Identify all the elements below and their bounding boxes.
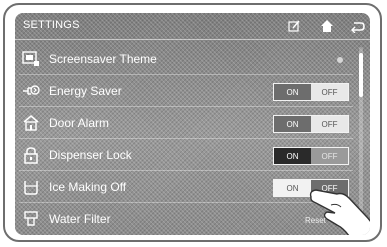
back-icon[interactable]: [349, 17, 367, 35]
device-frame: SETTINGS Screensaver Theme Energy Saver …: [3, 3, 382, 242]
door-alarm-toggle[interactable]: ON OFF: [273, 115, 349, 133]
row-dispenser-lock: Dispenser Lock ON OFF: [15, 139, 355, 171]
screensaver-icon: [22, 50, 40, 68]
dispenser-lock-toggle[interactable]: ON OFF: [273, 147, 349, 165]
ice-maker-icon: [22, 178, 40, 196]
row-label: Dispenser Lock: [49, 148, 132, 162]
energy-saver-toggle[interactable]: ON OFF: [273, 83, 349, 101]
toggle-on[interactable]: ON: [274, 148, 311, 164]
row-energy-saver: Energy Saver ON OFF: [15, 75, 355, 107]
edit-icon[interactable]: [285, 17, 303, 35]
toggle-on[interactable]: ON: [274, 84, 311, 100]
row-label: Ice Making Off: [49, 180, 127, 194]
header-bar: SETTINGS: [15, 13, 370, 40]
energy-saver-icon: [22, 82, 40, 100]
indicator-dot: [337, 57, 343, 63]
row-label: Water Filter: [49, 212, 111, 226]
toggle-off[interactable]: OFF: [311, 84, 348, 100]
row-screensaver-theme[interactable]: Screensaver Theme: [15, 43, 355, 75]
toggle-off[interactable]: OFF: [311, 148, 348, 164]
water-filter-icon: [22, 210, 40, 228]
lock-icon: [22, 146, 40, 164]
row-label: Screensaver Theme: [49, 52, 157, 66]
door-alarm-icon: [22, 114, 40, 132]
row-water-filter[interactable]: Water Filter Reset: [15, 203, 355, 235]
home-icon[interactable]: [318, 17, 336, 35]
toggle-off[interactable]: OFF: [311, 116, 348, 132]
settings-screen: SETTINGS Screensaver Theme Energy Saver …: [15, 13, 370, 235]
page-title: SETTINGS: [23, 19, 80, 31]
row-ice-making-off: Ice Making Off ON OFF: [15, 171, 355, 203]
scrollbar-thumb[interactable]: [359, 53, 363, 97]
hand-pointer-icon: [307, 181, 370, 235]
toggle-on[interactable]: ON: [274, 116, 311, 132]
row-door-alarm: Door Alarm ON OFF: [15, 107, 355, 139]
toggle-on[interactable]: ON: [274, 180, 311, 196]
row-label: Door Alarm: [49, 116, 110, 130]
row-label: Energy Saver: [49, 84, 122, 98]
